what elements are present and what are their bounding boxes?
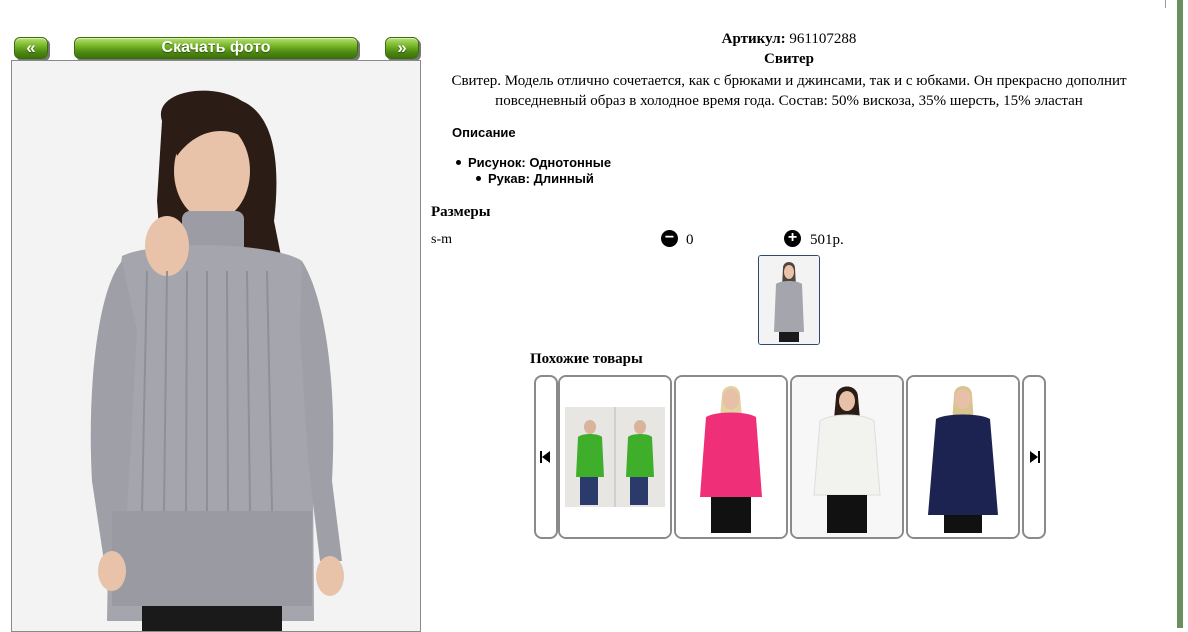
- pink-sweater-image: [676, 377, 786, 537]
- product-title: Свитер: [764, 51, 814, 67]
- minus-circle-icon[interactable]: −: [661, 230, 678, 247]
- article-label: Артикул:: [721, 31, 786, 47]
- similar-item-navy-sweater[interactable]: [906, 375, 1020, 539]
- similar-item-pink-sweater[interactable]: [674, 375, 788, 539]
- carousel-next-button[interactable]: [1022, 375, 1046, 539]
- carousel-prev-button[interactable]: [534, 375, 558, 539]
- next-photo-button[interactable]: »: [385, 37, 419, 59]
- similar-item-white-sweater[interactable]: [790, 375, 904, 539]
- plus-circle-icon[interactable]: +: [784, 230, 801, 247]
- thumbnail-illustration: [759, 256, 819, 344]
- skip-previous-icon: [540, 451, 550, 463]
- description-heading: Описание: [452, 125, 516, 140]
- quantity-value: 0: [686, 232, 694, 248]
- article-value: 961107288: [789, 31, 857, 47]
- main-product-photo[interactable]: [11, 60, 421, 632]
- product-description: Свитер. Модель отлично сочетается, как с…: [451, 73, 1127, 109]
- attribute-pattern-text: Рисунок: Однотонные: [468, 155, 612, 170]
- prev-photo-button[interactable]: «: [14, 37, 48, 59]
- attribute-sleeve-text: Рукав: Длинный: [488, 171, 594, 186]
- attribute-sleeve: Рукав: Длинный: [476, 171, 594, 186]
- bullet-icon: [456, 160, 461, 166]
- similar-heading: Похожие товары: [530, 351, 643, 367]
- top-divider: [1165, 0, 1166, 8]
- model-photo-illustration: [12, 61, 420, 631]
- skip-next-icon: [1030, 451, 1040, 463]
- download-photo-button[interactable]: Скачать фото: [74, 37, 358, 59]
- right-accent-bar: [1177, 0, 1183, 628]
- price-value: 501р.: [810, 232, 844, 248]
- bullet-icon: [476, 176, 481, 182]
- similar-item-green-sweater[interactable]: [558, 375, 672, 539]
- size-label: s-m: [431, 232, 452, 247]
- white-sweater-image: [792, 377, 902, 537]
- article-line: Артикул: 961107288: [424, 31, 1154, 48]
- attribute-pattern: Рисунок: Однотонные: [456, 155, 611, 170]
- sizes-heading: Размеры: [431, 204, 491, 220]
- green-sweater-image: [560, 377, 670, 537]
- navy-sweater-image: [908, 377, 1018, 537]
- photo-thumbnail[interactable]: [758, 255, 820, 345]
